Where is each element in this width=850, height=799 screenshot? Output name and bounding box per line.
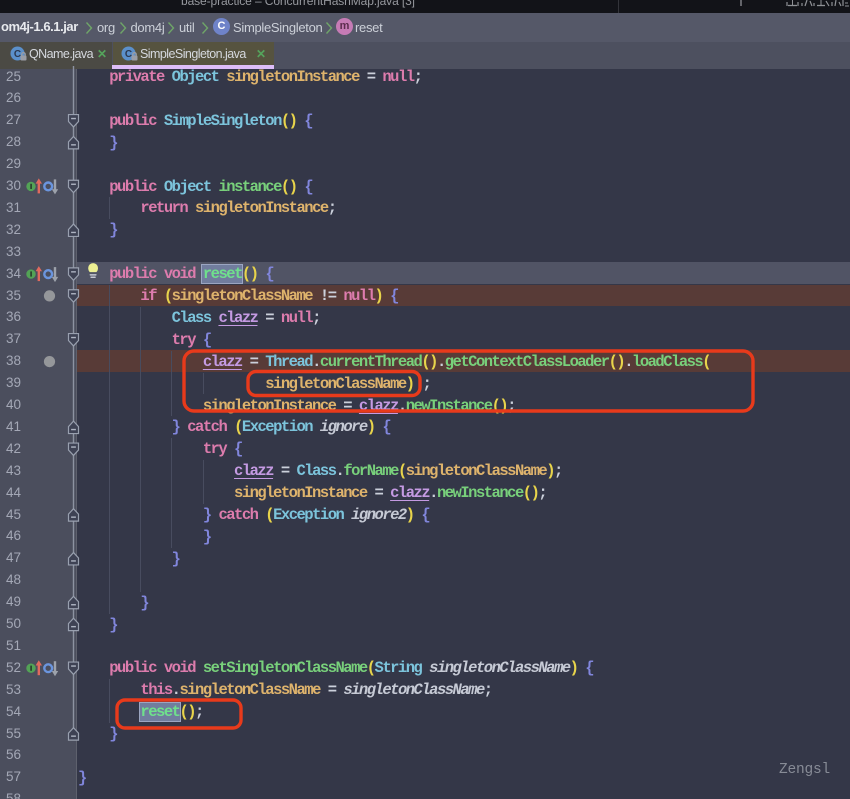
- svg-text:C: C: [14, 49, 21, 60]
- svg-text:C: C: [125, 49, 132, 60]
